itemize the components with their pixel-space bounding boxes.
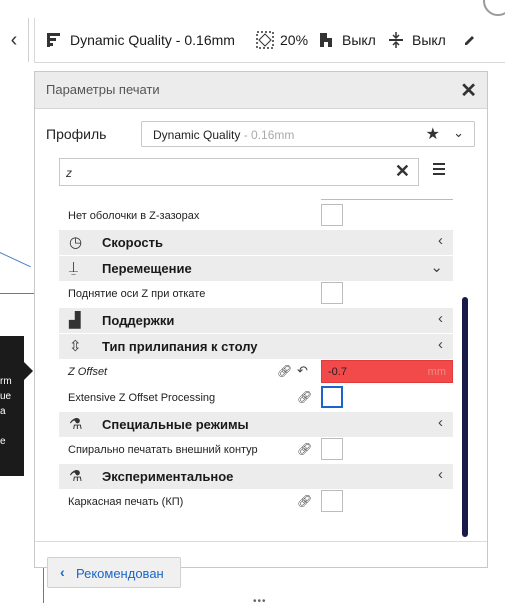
chevron-down-icon: ⌄ [430, 259, 443, 276]
category-experimental[interactable]: ⚗ Экспериментальное ‹ [59, 464, 453, 489]
setting-checkbox[interactable] [321, 282, 343, 304]
chevron-left-icon: ‹ [438, 414, 443, 431]
recommended-label: Рекомендован [76, 566, 164, 581]
category-adhesion[interactable]: ⇳ Тип прилипания к столу ‹ [59, 334, 453, 359]
category-label: Поддержки [102, 313, 175, 328]
support-summary: Выкл [318, 18, 376, 62]
tooltip-line: e [0, 436, 6, 447]
quality-summary: Dynamic Quality - 0.16mm [46, 18, 235, 62]
z-offset-unit: mm [427, 366, 446, 378]
category-label: Тип прилипания к столу [102, 339, 258, 354]
category-travel[interactable]: ⍊ Перемещение ⌄ [59, 256, 453, 281]
category-label: Специальные режимы [102, 417, 249, 432]
edit-icon[interactable] [464, 18, 476, 62]
setting-row: Поднятие оси Z при откате [59, 282, 453, 307]
close-icon[interactable]: ✕ [460, 78, 477, 103]
chevron-down-icon: ⌄ [453, 125, 464, 140]
viewport-line-diagonal [0, 252, 31, 268]
partial-field [321, 197, 453, 200]
support-icon [320, 33, 332, 47]
setting-label: Каркасная печать (КП) [68, 496, 184, 508]
panel-title: Параметры печати [46, 82, 160, 97]
link-icon: 🔗︎ [297, 390, 313, 404]
recommended-button[interactable]: ‹ Рекомендован [47, 557, 181, 588]
tooltip-line: ue [0, 391, 12, 402]
setting-row: Extensive Z Offset Processing 🔗︎ [59, 386, 453, 411]
clear-search-icon[interactable]: ✕ [395, 161, 410, 182]
resize-grip-icon[interactable]: ••• [253, 596, 267, 607]
chevron-left-icon: ‹ [438, 310, 443, 327]
panel-body: Профиль Dynamic Quality - 0.16mm ★ ⌄ z ✕… [35, 109, 487, 607]
support-icon: ▟ [69, 312, 81, 329]
flask-icon: ⚗ [69, 468, 83, 485]
chevron-left-icon: ‹ [10, 28, 18, 51]
account-circle[interactable] [483, 0, 505, 16]
setting-checkbox[interactable] [321, 204, 343, 226]
chevron-left-icon: ‹ [438, 336, 443, 353]
tooltip-line: rm [0, 376, 12, 387]
setting-row-z-offset: Z Offset 🔗︎ ↶ -0.7 mm [59, 360, 453, 385]
setting-label: Z Offset [68, 366, 108, 378]
panel-header: Параметры печати ✕ [35, 72, 487, 109]
link-icon: 🔗︎ [297, 494, 313, 508]
quality-icon [47, 33, 60, 47]
search-value: z [66, 166, 72, 180]
category-special[interactable]: ⚗ Специальные режимы ‹ [59, 412, 453, 437]
setting-row: Каркасная печать (КП) 🔗︎ [59, 490, 453, 515]
support-text: Выкл [342, 32, 376, 48]
z-offset-value: -0.7 [328, 366, 347, 378]
category-label: Экспериментальное [102, 469, 234, 484]
star-icon[interactable]: ★ [426, 124, 440, 144]
chevron-left-icon: ‹ [60, 564, 65, 580]
category-label: Перемещение [102, 261, 192, 276]
setting-checkbox[interactable] [321, 438, 343, 460]
setting-label: Нет оболочки в Z-зазорах [68, 210, 200, 222]
special-modes-icon: ⚗ [69, 416, 83, 433]
infill-text: 20% [280, 32, 309, 48]
chevron-left-icon: ‹ [438, 466, 443, 483]
speed-icon: ◷ [69, 234, 83, 251]
tooltip-arrow [24, 362, 33, 380]
setting-label: Спирально печатать внешний контур [68, 444, 258, 456]
scrollbar[interactable] [462, 297, 468, 537]
adhesion-icon [389, 32, 403, 48]
print-settings-header: ‹ Dynamic Quality - 0.16mm 20% Выкл Выкл [0, 0, 505, 79]
divider [35, 541, 487, 542]
print-setup-summary[interactable]: Dynamic Quality - 0.16mm 20% Выкл Выкл [34, 18, 505, 63]
adhesion-icon: ⇳ [69, 338, 82, 355]
setting-checkbox[interactable] [321, 386, 343, 408]
link-icon: 🔗︎ [297, 442, 313, 456]
category-label: Скорость [102, 235, 163, 250]
collapse-button[interactable]: ‹ [0, 18, 29, 62]
adhesion-summary: Выкл [388, 18, 446, 62]
tooltip: rm ue a e [0, 336, 24, 476]
category-support[interactable]: ▟ Поддержки ‹ [59, 308, 453, 333]
setting-row: Спирально печатать внешний контур 🔗︎ [59, 438, 453, 463]
setting-row: Нет оболочки в Z-зазорах [59, 204, 453, 229]
reset-icon[interactable]: ↶ [297, 363, 308, 379]
viewport-line [0, 293, 34, 294]
setting-label: Поднятие оси Z при откате [68, 288, 206, 300]
travel-icon: ⍊ [69, 259, 79, 276]
category-speed[interactable]: ◷ Скорость ‹ [59, 230, 453, 255]
profile-label: Профиль [46, 126, 107, 142]
chevron-left-icon: ‹ [438, 232, 443, 249]
setting-label: Extensive Z Offset Processing [68, 392, 216, 404]
link-icon: 🔗︎ [277, 364, 293, 378]
settings-search-input[interactable]: z ✕ [59, 158, 419, 186]
profile-name: Dynamic Quality - 0.16mm [153, 128, 295, 142]
settings-list[interactable]: Нет оболочки в Z-зазорах ◷ Скорость ‹ ⍊ … [35, 197, 487, 541]
viewport-line-vertical [43, 568, 44, 603]
profile-dropdown[interactable]: Dynamic Quality - 0.16mm ★ ⌄ [141, 121, 475, 147]
settings-visibility-menu-icon[interactable] [433, 163, 445, 178]
z-offset-input[interactable]: -0.7 mm [321, 360, 453, 383]
adhesion-text: Выкл [412, 32, 446, 48]
print-settings-panel: Параметры печати ✕ Профиль Dynamic Quali… [34, 71, 488, 607]
setting-checkbox[interactable] [321, 490, 343, 512]
quality-text: Dynamic Quality - 0.16mm [70, 32, 235, 48]
tooltip-line: a [0, 406, 6, 417]
infill-summary: 20% [256, 18, 308, 62]
infill-icon [256, 31, 274, 49]
